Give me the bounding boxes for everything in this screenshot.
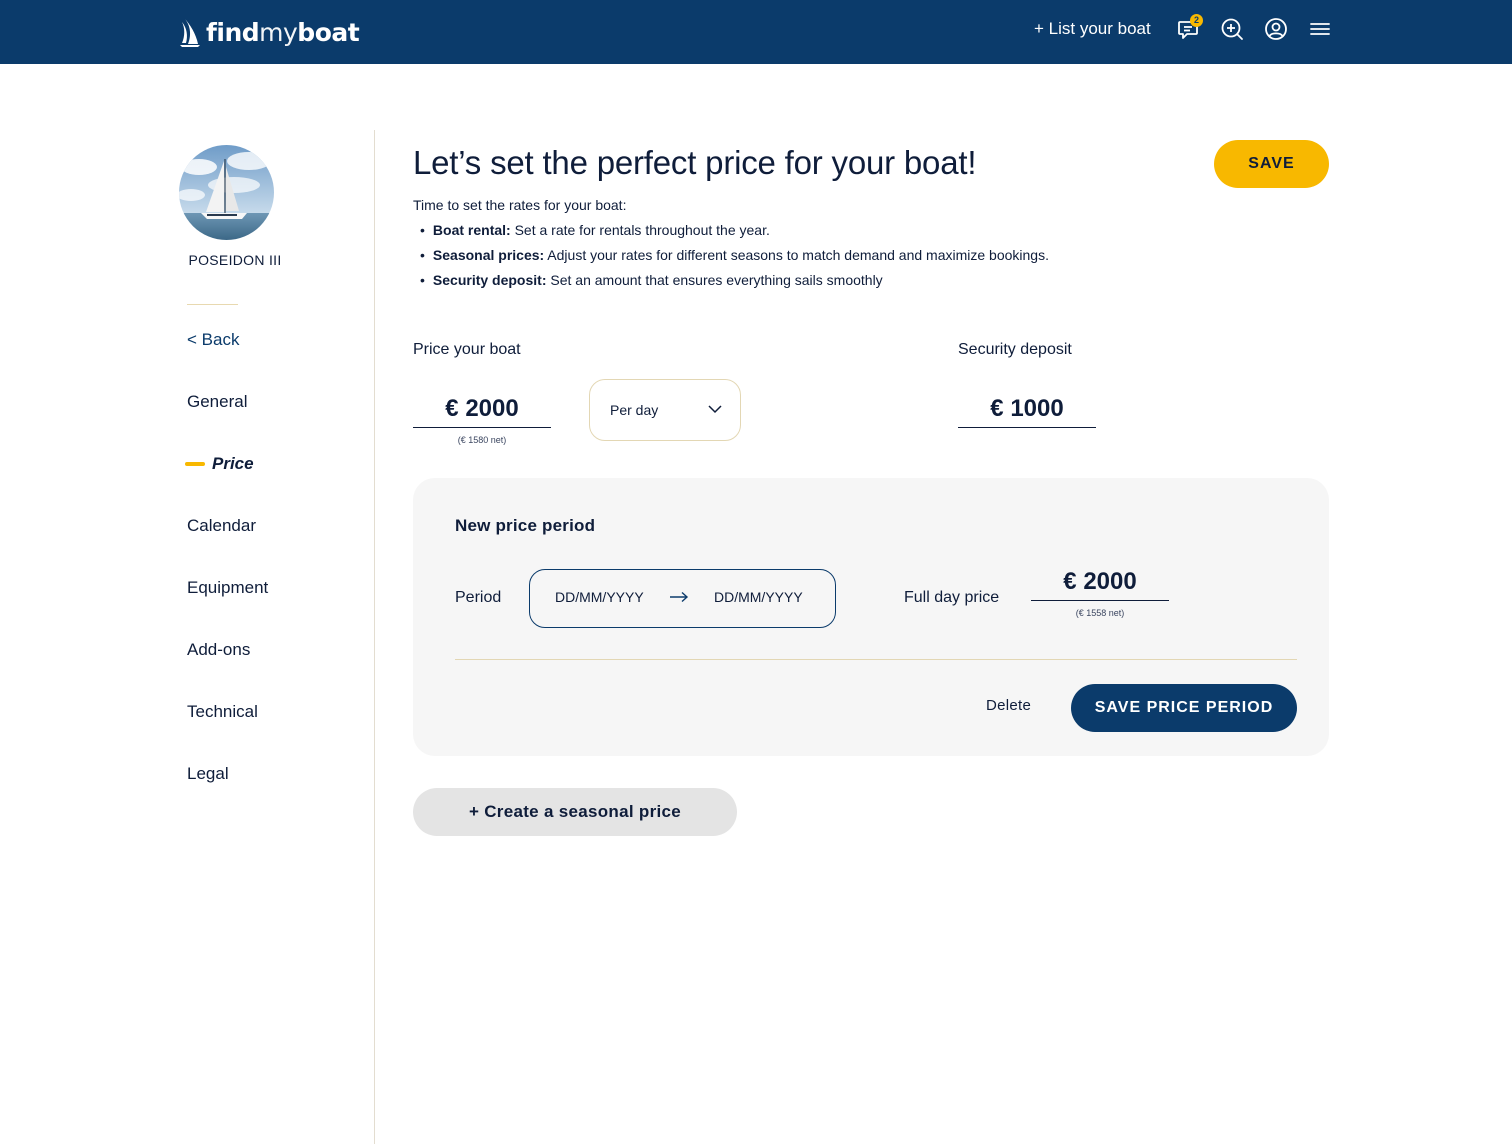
- menu-icon[interactable]: [1308, 17, 1334, 43]
- sidebar-item-legal[interactable]: Legal: [187, 764, 229, 784]
- full-day-net-text: (€ 1558 net): [1075, 608, 1125, 618]
- boat-price-input[interactable]: € 2000: [413, 395, 551, 428]
- active-item-indicator: [185, 462, 205, 466]
- create-seasonal-price-button[interactable]: + Create a seasonal price: [413, 788, 737, 836]
- delete-button[interactable]: Delete: [986, 697, 1031, 714]
- boat-name: POSEIDON III: [188, 252, 282, 268]
- save-button[interactable]: SAVE: [1214, 140, 1329, 188]
- price-unit-select[interactable]: Per day: [589, 379, 741, 441]
- list-item: Boat rental: Set a rate for rentals thro…: [420, 222, 1049, 247]
- full-day-price-input[interactable]: € 2000: [1031, 568, 1169, 601]
- logo-wordmark: findmyboat: [206, 17, 360, 47]
- top-navigation-bar: findmyboat + List your boat 2: [0, 0, 1512, 64]
- sidebar-item-equipment[interactable]: Equipment: [187, 578, 268, 598]
- period-label: Period: [455, 589, 502, 606]
- list-item: Security deposit: Set an amount that ens…: [420, 272, 1049, 297]
- search-add-icon[interactable]: [1220, 17, 1246, 43]
- arrow-right-icon: [670, 591, 689, 603]
- full-day-price-label: Full day price: [904, 589, 1000, 606]
- findmyboat-logo[interactable]: findmyboat: [178, 14, 360, 50]
- price-period-title: New price period: [455, 516, 596, 535]
- boat-avatar: [179, 145, 274, 240]
- chevron-down-icon: [708, 405, 722, 414]
- sidebar-short-divider: [187, 304, 238, 305]
- sidebar-item-calendar[interactable]: Calendar: [187, 516, 256, 536]
- back-link[interactable]: < Back: [187, 330, 239, 350]
- sidebar-item-price[interactable]: Price: [212, 454, 254, 474]
- price-unit-value: Per day: [610, 402, 659, 418]
- sail-logo-icon: [180, 18, 200, 47]
- messages-badge: 2: [1190, 14, 1203, 27]
- card-divider: [455, 659, 1297, 660]
- list-item: Seasonal prices: Adjust your rates for d…: [420, 247, 1049, 272]
- deposit-label: Security deposit: [958, 341, 1072, 358]
- period-end-input[interactable]: DD/MM/YYYY: [714, 589, 803, 605]
- sidebar-item-general[interactable]: General: [187, 392, 247, 412]
- user-account-icon[interactable]: [1264, 17, 1290, 43]
- intro-text: Time to set the rates for your boat:: [413, 197, 627, 213]
- save-price-period-button[interactable]: SAVE PRICE PERIOD: [1071, 684, 1297, 732]
- period-start-input[interactable]: DD/MM/YYYY: [555, 589, 644, 605]
- security-deposit-input[interactable]: € 1000: [958, 395, 1096, 428]
- sidebar-item-add-ons[interactable]: Add-ons: [187, 640, 250, 660]
- page-title: Let’s set the perfect price for your boa…: [413, 144, 977, 181]
- sidebar-item-technical[interactable]: Technical: [187, 702, 258, 722]
- sidebar-divider-line: [374, 130, 375, 1144]
- price-label: Price your boat: [413, 341, 521, 358]
- pricing-info-list: Boat rental: Set a rate for rentals thro…: [420, 222, 1049, 297]
- list-your-boat-link[interactable]: + List your boat: [1034, 19, 1151, 39]
- price-net-text: (€ 1580 net): [457, 435, 507, 445]
